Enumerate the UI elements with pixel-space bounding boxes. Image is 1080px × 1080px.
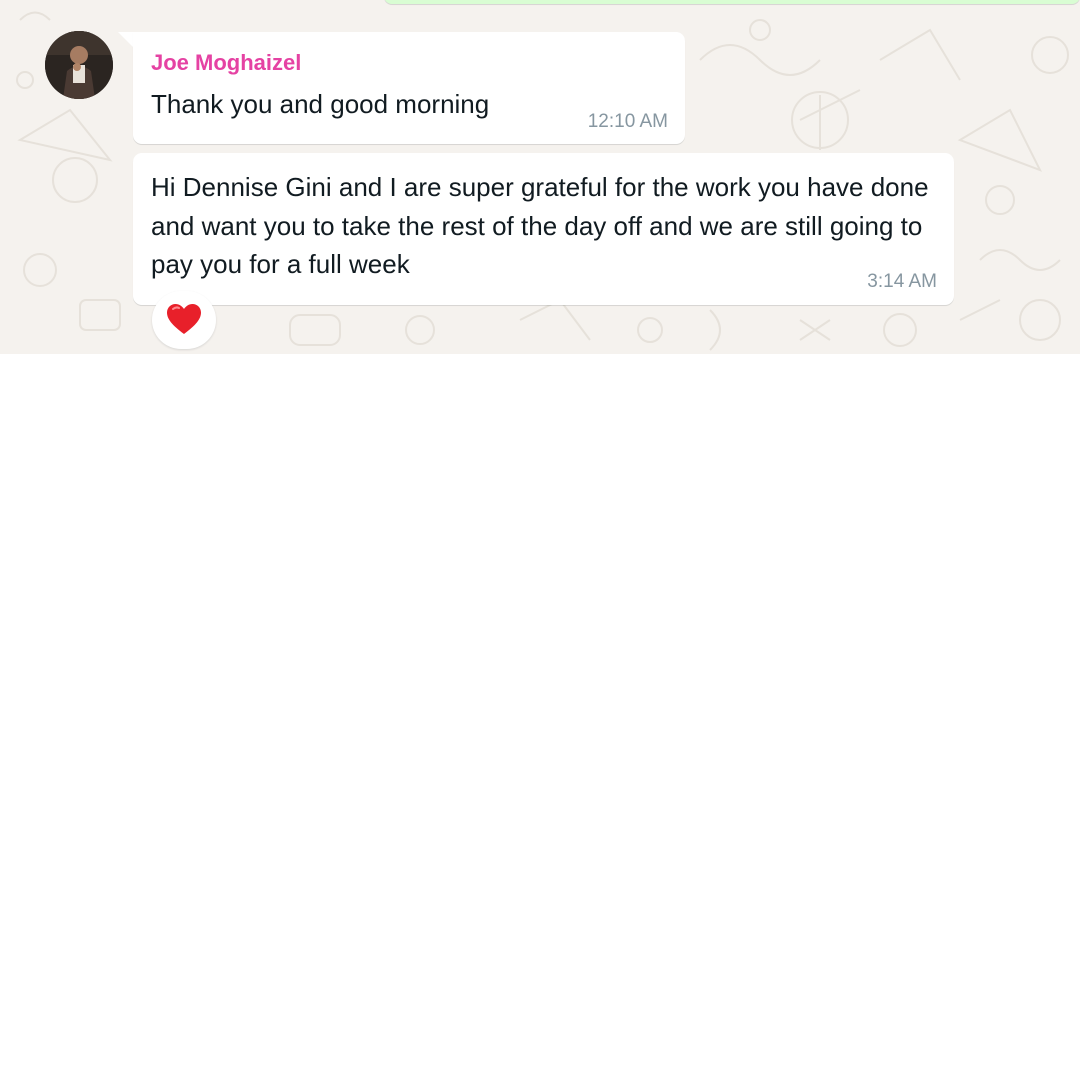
- message-timestamp: 12:10 AM: [587, 111, 668, 132]
- message-text: Thank you and good morning: [151, 89, 490, 119]
- heart-icon: [167, 304, 201, 334]
- message-timestamp: 3:14 AM: [867, 271, 937, 292]
- message-reaction[interactable]: [152, 291, 216, 349]
- message-text: Hi Dennise Gini and I are super grateful…: [151, 172, 929, 279]
- contact-avatar[interactable]: [45, 31, 113, 99]
- message-bubble[interactable]: Hi Dennise Gini and I are super grateful…: [133, 153, 954, 305]
- chat-panel: Joe Moghaizel Thank you and good morning…: [0, 0, 1080, 354]
- avatar-photo: [45, 31, 113, 99]
- previous-outgoing-bubble: [384, 0, 1080, 4]
- bubble-tail: [118, 32, 134, 48]
- sender-name[interactable]: Joe Moghaizel: [151, 50, 301, 76]
- message-bubble[interactable]: Joe Moghaizel Thank you and good morning…: [133, 32, 685, 144]
